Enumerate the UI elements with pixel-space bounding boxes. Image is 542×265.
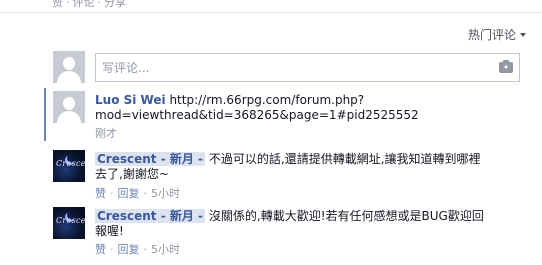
chevron-down-icon	[520, 33, 526, 37]
avatar[interactable]: Crescent	[53, 207, 85, 239]
current-user-avatar	[53, 51, 85, 83]
comment-timestamp[interactable]: 刚才	[95, 127, 117, 140]
comment-meta: 赞 · 回复 · 5小时	[95, 187, 180, 200]
post-actions: 赞 · 评论 · 分享	[52, 0, 126, 10]
post-action-strip: 赞 · 评论 · 分享	[0, 0, 542, 13]
comment-input[interactable]	[96, 54, 482, 81]
comment-action[interactable]: 评论	[73, 0, 95, 9]
comment-text-line1: 不過可以的話,還請提供轉載網址,讓我知道轉到哪裡	[208, 152, 481, 166]
avatar[interactable]: Crescent	[53, 150, 85, 182]
comment-composer[interactable]	[95, 53, 520, 82]
comment-author[interactable]: Crescent - 新月 -	[95, 209, 206, 223]
comment-timestamp[interactable]: 5小时	[151, 187, 180, 200]
comment-author[interactable]: Luo Si Wei	[95, 93, 166, 107]
like-action[interactable]: 赞	[52, 0, 63, 9]
comment-link-line2[interactable]: mod=viewthread&tid=368265&page=1#pid2525…	[95, 108, 419, 122]
avatar[interactable]	[53, 91, 85, 123]
comment-body: Crescent - 新月 - 沒關係的,轉載大歡迎!若有任何感想或是BUG歡迎…	[95, 209, 525, 239]
comment-body: Luo Si Wei http://rm.66rpg.com/forum.php…	[95, 93, 525, 123]
reply-button[interactable]: 回复	[118, 187, 140, 200]
comment-body: Crescent - 新月 - 不過可以的話,還請提供轉載網址,讓我知道轉到哪裡…	[95, 152, 525, 182]
comment-timestamp[interactable]: 5小时	[151, 243, 180, 256]
comment-text-line2: 去了,謝謝您~	[95, 167, 169, 181]
comment-sort-dropdown[interactable]: 热门评论	[468, 26, 526, 43]
comment-meta: 刚才	[95, 125, 117, 141]
camera-icon[interactable]	[499, 60, 513, 73]
comment-text-line1: 沒關係的,轉載大歡迎!若有任何感想或是BUG歡迎回	[208, 209, 484, 223]
sort-label: 热门评论	[467, 28, 516, 42]
new-comment-indicator	[44, 88, 46, 141]
like-comment-button[interactable]: 赞	[95, 187, 106, 200]
like-comment-button[interactable]: 赞	[95, 243, 106, 256]
share-action[interactable]: 分享	[104, 0, 126, 9]
comment-link-line1[interactable]: http://rm.66rpg.com/forum.php?	[169, 93, 364, 107]
comment-text-line2: 報喔!	[95, 224, 124, 238]
comment-author[interactable]: Crescent - 新月 -	[95, 152, 206, 166]
comment-meta: 赞 · 回复 · 5小时	[95, 243, 180, 256]
reply-button[interactable]: 回复	[118, 243, 140, 256]
